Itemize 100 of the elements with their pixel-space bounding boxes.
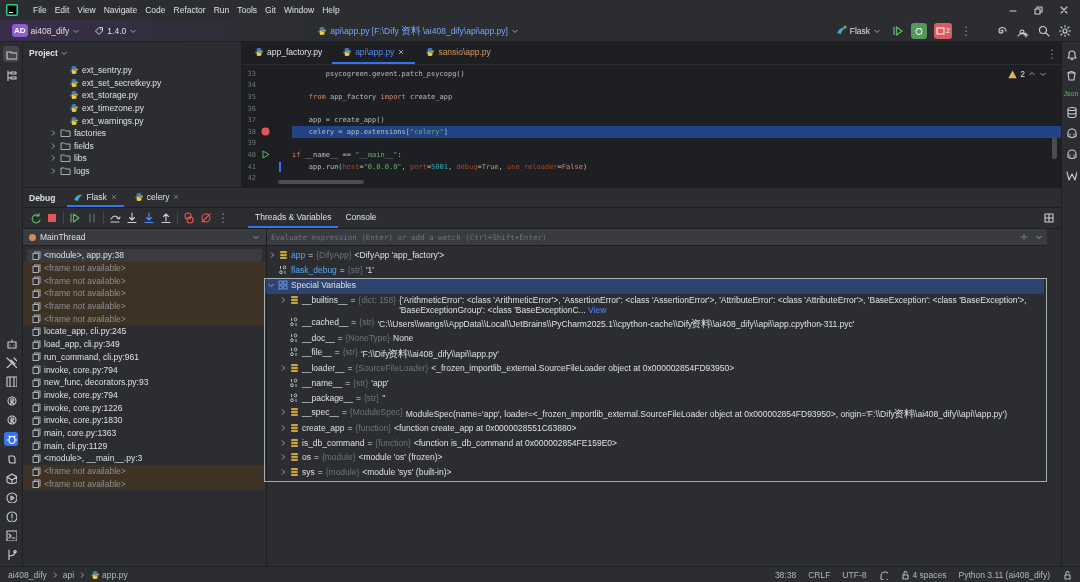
stack-frame[interactable]: invoke, core.py:1226: [23, 401, 266, 414]
rerun-icon[interactable]: [29, 212, 41, 224]
chevron-up-icon[interactable]: [1028, 70, 1036, 78]
menu-item[interactable]: View: [74, 3, 99, 17]
chevron-down-icon[interactable]: [252, 233, 260, 241]
stack-frame[interactable]: invoke, core.py:1830: [23, 413, 266, 427]
stack-frame[interactable]: invoke, core.py:794: [23, 388, 266, 402]
tree-item[interactable]: fields: [23, 139, 241, 153]
editor-tab[interactable]: sansio\app.py: [415, 42, 501, 64]
menu-item[interactable]: Code: [142, 3, 169, 17]
stack-frame[interactable]: <frame not available>: [23, 464, 266, 478]
columns-icon[interactable]: [5, 375, 17, 387]
step-into-icon[interactable]: [126, 212, 138, 224]
python-console-icon[interactable]: [5, 453, 17, 465]
file-title[interactable]: api\app.py [F:\Dify资料\ai408_dify\api\app.py]: [317, 23, 519, 38]
menu-item[interactable]: Help: [319, 3, 343, 17]
stack-frame[interactable]: load_app, cli.py:349: [23, 337, 266, 351]
editor-tab[interactable]: api\app.py: [332, 42, 416, 64]
folder-icon[interactable]: [5, 48, 17, 60]
chevron-down-icon[interactable]: [1035, 233, 1043, 241]
stack-frame[interactable]: new_func, decorators.py:93: [23, 375, 266, 389]
stop-icon[interactable]: [46, 212, 58, 224]
r-package-icon[interactable]: [5, 413, 17, 425]
resume-icon[interactable]: [892, 24, 905, 37]
editor-tab[interactable]: app_factory.py: [244, 42, 333, 64]
stack-frame[interactable]: main, core.py:1363: [23, 426, 266, 440]
menu-item[interactable]: Tools: [234, 3, 261, 17]
indent-setting[interactable]: 4 spaces: [900, 569, 947, 580]
zigzag-icon[interactable]: [1065, 169, 1077, 181]
debug-button[interactable]: [911, 22, 928, 39]
menu-item[interactable]: Navigate: [100, 3, 141, 17]
menu-item[interactable]: Git: [262, 3, 279, 17]
search-icon[interactable]: [1037, 23, 1051, 38]
stack-frame[interactable]: <frame not available>: [23, 312, 266, 326]
tree-item[interactable]: ext_sentry.py: [23, 64, 241, 77]
menu-item[interactable]: Run: [210, 3, 233, 17]
breadcrumb[interactable]: ai408_dify: [8, 569, 47, 580]
menu-item[interactable]: Refactor: [170, 3, 209, 17]
restore-icon[interactable]: [1032, 4, 1044, 16]
breakpoints-icon[interactable]: [183, 212, 195, 224]
tree-item[interactable]: ext_warnings.py: [23, 114, 241, 127]
chevron-down-icon[interactable]: [1039, 70, 1047, 78]
stack-frame[interactable]: <frame not available>: [23, 287, 266, 300]
version-switcher[interactable]: 1.4.0: [90, 23, 142, 38]
menu-item[interactable]: File: [30, 3, 50, 17]
terminal-icon[interactable]: [5, 529, 17, 541]
run-configuration[interactable]: Flask: [831, 23, 886, 38]
tree-item[interactable]: libs: [23, 152, 241, 165]
cursor-position[interactable]: 38:38: [774, 569, 797, 580]
chevron-right-icon[interactable]: [78, 570, 87, 579]
mute-breakpoints-icon[interactable]: [200, 212, 212, 224]
bug-icon[interactable]: [5, 433, 17, 445]
unlock-icon[interactable]: [1062, 569, 1072, 580]
chevron-down-icon[interactable]: [59, 49, 68, 57]
stack-frame[interactable]: invoke, core.py:794: [23, 363, 266, 376]
stack-frame[interactable]: run_command, cli.py:961: [23, 350, 266, 364]
database-icon[interactable]: [1065, 106, 1077, 118]
tree-item[interactable]: ext_set_secretkey.py: [23, 76, 241, 90]
breadcrumb[interactable]: api: [62, 569, 75, 580]
notifications-icon[interactable]: [1065, 48, 1077, 60]
tree-item[interactable]: factories: [23, 126, 241, 140]
stack-frame[interactable]: locate_app, cli.py:245: [23, 325, 266, 338]
bucket-icon[interactable]: [1065, 69, 1077, 81]
breadcrumb[interactable]: app.py: [90, 569, 128, 580]
scrollbar[interactable]: [278, 180, 364, 184]
packages-icon[interactable]: [5, 472, 17, 484]
tree-item[interactable]: ext_timezone.py: [23, 101, 241, 115]
breakpoint-icon[interactable]: [260, 127, 270, 137]
session-tab[interactable]: Flask: [67, 188, 124, 207]
run-icon[interactable]: [260, 150, 270, 160]
scrollbar[interactable]: [1052, 137, 1057, 159]
line-separator[interactable]: CRLF: [808, 569, 831, 580]
menu-item[interactable]: Edit: [51, 3, 73, 17]
step-into-mine-icon[interactable]: [143, 212, 155, 224]
interpreter-selector[interactable]: Python 3.11 (ai408_dify): [958, 569, 1050, 580]
robot-icon[interactable]: [5, 337, 17, 349]
panel-title[interactable]: Project: [29, 48, 58, 58]
layout-icon[interactable]: [1043, 212, 1055, 224]
close-icon[interactable]: [1058, 4, 1070, 16]
step-out-icon[interactable]: [160, 212, 172, 224]
stack-frame[interactable]: <frame not available>: [23, 477, 266, 491]
services-icon[interactable]: [5, 491, 17, 503]
git-branch-icon[interactable]: [5, 548, 17, 560]
tools-icon[interactable]: [5, 356, 17, 368]
file-encoding[interactable]: UTF-8: [842, 569, 867, 580]
view-link[interactable]: View: [588, 304, 607, 315]
resume-icon[interactable]: [69, 212, 81, 224]
thread-dropdown[interactable]: MainThread: [23, 229, 266, 246]
copilot-chat-icon[interactable]: [1065, 148, 1077, 160]
stack-frame[interactable]: <module>, app.py:38: [27, 249, 262, 262]
menu-item[interactable]: Window: [280, 3, 318, 17]
settings-icon[interactable]: [1058, 23, 1072, 38]
selected-row-highlight[interactable]: Special Variables: [266, 279, 1044, 294]
stack-frame[interactable]: main, cli.py:1129: [23, 439, 266, 452]
project-switcher[interactable]: AD ai408_dify: [8, 22, 85, 39]
structure-icon[interactable]: [5, 69, 17, 81]
tree-item[interactable]: ext_storage.py: [23, 89, 241, 102]
stack-frame[interactable]: <module>, __main__.py:3: [23, 452, 266, 465]
view-tab[interactable]: Console: [338, 208, 384, 228]
warning-count[interactable]: 2: [1020, 69, 1025, 79]
